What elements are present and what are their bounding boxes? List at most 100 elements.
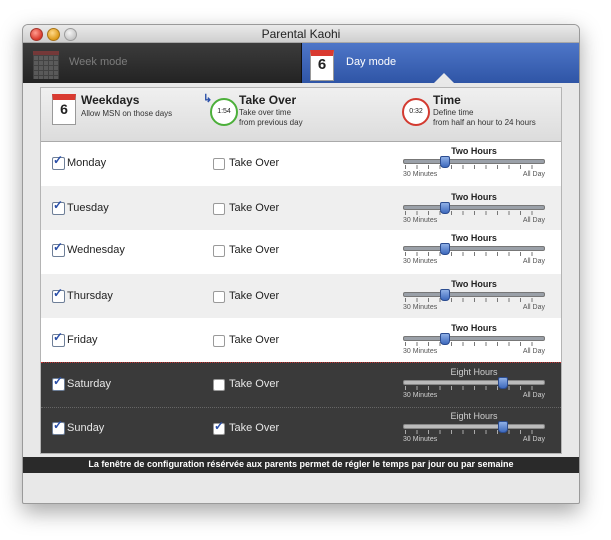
day-name: Sunday	[67, 422, 105, 434]
day-name: Friday	[67, 334, 98, 346]
slider-knob[interactable]	[440, 156, 451, 168]
takeover-checkbox[interactable]	[213, 291, 225, 303]
week-grid-icon	[33, 51, 59, 79]
slider-ticks	[405, 211, 543, 215]
slider-knob[interactable]	[440, 289, 451, 301]
slider-ticks	[405, 430, 543, 434]
day-name: Saturday	[67, 378, 112, 390]
calendar-day-number: 6	[317, 56, 327, 73]
time-slider[interactable]: Two Hours 30 Minutes All Day	[403, 192, 545, 228]
day-checkbox[interactable]	[52, 153, 65, 170]
calendar-icon: 6	[310, 50, 334, 81]
weekdays-heading: Weekdays	[81, 93, 140, 107]
slider-track[interactable]	[403, 292, 545, 297]
time-slider[interactable]: Two Hours 30 Minutes All Day	[403, 146, 545, 182]
day-checkbox[interactable]	[52, 198, 65, 215]
title-bar[interactable]: Parental Kaohi	[23, 25, 579, 43]
slider-knob[interactable]	[497, 377, 508, 389]
takeover-checkbox[interactable]	[213, 158, 225, 170]
slider-track[interactable]	[403, 424, 545, 429]
tab-day-mode[interactable]: 6 Day mode	[302, 43, 579, 83]
day-checkbox[interactable]	[52, 330, 65, 347]
time-value-label: Two Hours	[451, 279, 497, 289]
slider-knob[interactable]	[440, 202, 451, 214]
slider-knob[interactable]	[440, 243, 451, 255]
day-name: Monday	[67, 157, 107, 169]
day-row-saturday: Saturday Take Over Eight Hours 30 Minute…	[41, 362, 561, 407]
time-slider[interactable]: Eight Hours 30 Minutes All Day	[403, 367, 545, 403]
day-row-thursday: Thursday Take Over Two Hours 30 Minutes …	[41, 274, 561, 318]
day-row-sunday: Sunday Take Over Eight Hours 30 Minutes …	[41, 407, 561, 453]
day-checkbox[interactable]	[52, 240, 65, 257]
slider-min-label: 30 Minutes	[403, 304, 438, 311]
slider-knob[interactable]	[497, 421, 508, 433]
slider-min-label: 30 Minutes	[403, 171, 438, 178]
day-name: Tuesday	[67, 202, 109, 214]
takeover-arrow-icon: ↳	[203, 93, 213, 105]
time-slider[interactable]: Eight Hours 30 Minutes All Day	[403, 411, 545, 447]
slider-ticks	[405, 165, 543, 169]
day-row-monday: Monday Take Over Two Hours 30 Minutes Al…	[41, 142, 561, 186]
day-checkbox[interactable]	[52, 418, 65, 435]
caption-bar: La fenêtre de configuration résérvée aux…	[23, 457, 579, 473]
selected-tab-pointer	[434, 73, 454, 83]
time-value-label: Two Hours	[451, 323, 497, 333]
takeover-label: Take Over	[229, 290, 280, 302]
slider-max-label: All Day	[522, 436, 545, 443]
day-name: Thursday	[67, 290, 113, 302]
column-header: 6 Weekdays Allow MSN on those days 1:54 …	[41, 88, 561, 142]
window-title: Parental Kaohi	[261, 27, 341, 41]
takeover-clock-icon: 1:54	[210, 98, 238, 126]
tab-week-mode[interactable]: Week mode	[23, 43, 302, 83]
time-value-label: Eight Hours	[450, 367, 498, 377]
takeover-heading: Take Over	[239, 93, 297, 107]
takeover-label: Take Over	[229, 157, 280, 169]
weekdays-calendar-icon: 6	[52, 94, 76, 125]
slider-track[interactable]	[403, 336, 545, 341]
day-checkbox[interactable]	[52, 374, 65, 391]
time-slider[interactable]: Two Hours 30 Minutes All Day	[403, 323, 545, 359]
day-settings-panel: 6 Weekdays Allow MSN on those days 1:54 …	[40, 87, 562, 454]
slider-ticks	[405, 252, 543, 256]
slider-track[interactable]	[403, 159, 545, 164]
slider-ticks	[405, 298, 543, 302]
takeover-label: Take Over	[229, 244, 280, 256]
slider-max-label: All Day	[522, 304, 545, 311]
takeover-checkbox[interactable]	[213, 335, 225, 347]
slider-max-label: All Day	[522, 171, 545, 178]
time-clock-value: 0:32	[409, 108, 423, 115]
time-subtitle-2: from half an hour to 24 hours	[433, 118, 536, 127]
day-checkbox[interactable]	[52, 286, 65, 303]
time-clock-icon: 0:32	[402, 98, 430, 126]
tab-day-label: Day mode	[346, 56, 397, 68]
time-subtitle-1: Define time	[433, 108, 474, 117]
slider-max-label: All Day	[522, 348, 545, 355]
time-value-label: Two Hours	[451, 192, 497, 202]
slider-track[interactable]	[403, 380, 545, 385]
slider-max-label: All Day	[522, 217, 545, 224]
slider-ticks	[405, 342, 543, 346]
time-slider[interactable]: Two Hours 30 Minutes All Day	[403, 279, 545, 315]
takeover-subtitle-1: Take over time	[239, 108, 292, 117]
takeover-label: Take Over	[229, 422, 280, 434]
day-row-wednesday: Wednesday Take Over Two Hours 30 Minutes…	[41, 230, 561, 274]
day-row-tuesday: Tuesday Take Over Two Hours 30 Minutes A…	[41, 186, 561, 230]
takeover-checkbox[interactable]	[213, 379, 225, 391]
time-slider[interactable]: Two Hours 30 Minutes All Day	[403, 233, 545, 269]
slider-min-label: 30 Minutes	[403, 217, 438, 224]
takeover-label: Take Over	[229, 378, 280, 390]
weekdays-calendar-day: 6	[60, 101, 68, 117]
slider-knob[interactable]	[440, 333, 451, 345]
takeover-checkbox[interactable]	[213, 245, 225, 257]
takeover-checkbox[interactable]	[213, 419, 225, 435]
slider-max-label: All Day	[522, 258, 545, 265]
slider-track[interactable]	[403, 205, 545, 210]
slider-ticks	[405, 386, 543, 390]
time-heading: Time	[433, 93, 461, 107]
takeover-label: Take Over	[229, 202, 280, 214]
takeover-checkbox[interactable]	[213, 203, 225, 215]
time-value-label: Two Hours	[451, 233, 497, 243]
weekdays-subtitle: Allow MSN on those days	[81, 109, 173, 118]
slider-track[interactable]	[403, 246, 545, 251]
takeover-label: Take Over	[229, 334, 280, 346]
